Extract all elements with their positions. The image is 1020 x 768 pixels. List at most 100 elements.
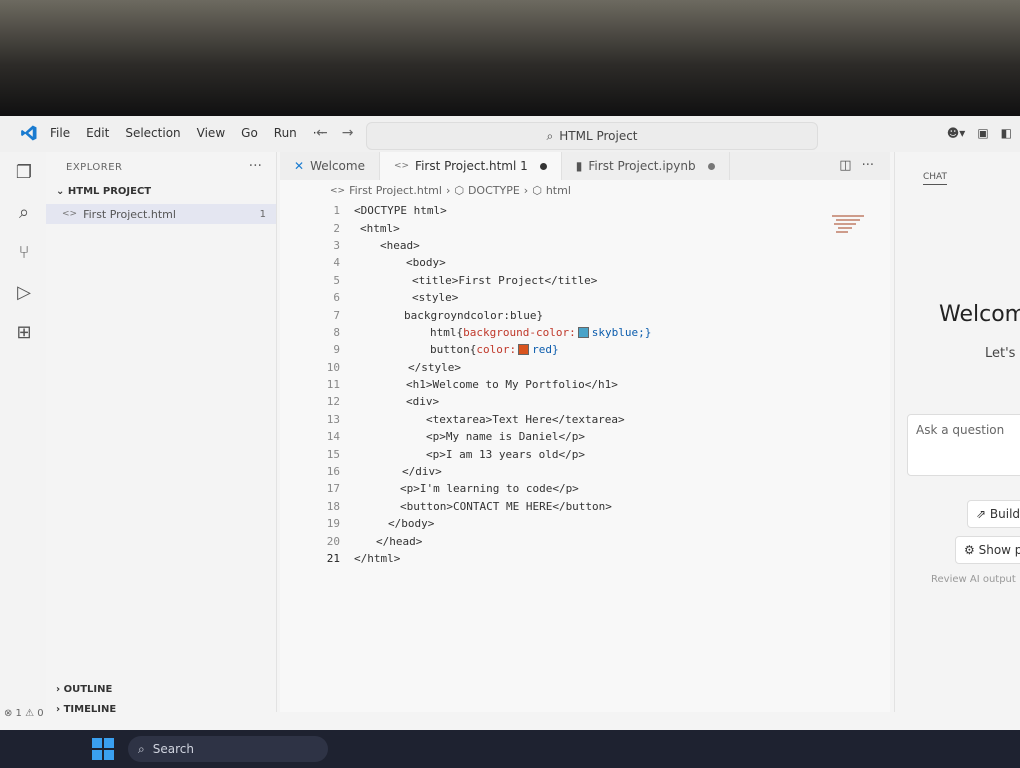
editor-tabs: ✕ Welcome <> First Project.html 1 ▮ Firs… xyxy=(280,152,890,180)
chat-panel: CHAT Welcom Let's Ask a question ⇗ Build… xyxy=(894,152,1020,712)
code-text: </html> xyxy=(354,552,401,565)
unsaved-dot-icon[interactable] xyxy=(707,162,715,170)
taskbar-search[interactable]: ⌕ Search xyxy=(128,736,328,762)
breadcrumb-html[interactable]: html xyxy=(546,184,571,197)
tab-welcome[interactable]: ✕ Welcome xyxy=(280,152,380,180)
code-line: 18 <button>CONTACT ME HERE</button> xyxy=(310,498,830,515)
code-text: skyblue;} xyxy=(591,325,652,339)
code-text: background-color: xyxy=(463,325,576,339)
line-number: 12 xyxy=(326,395,340,409)
unsaved-dot-icon[interactable] xyxy=(539,162,547,170)
code-line: 16 </div> xyxy=(310,463,830,480)
forward-arrow-icon[interactable]: → xyxy=(342,125,354,141)
code-text: <style> xyxy=(412,291,459,305)
menu-go[interactable]: Go xyxy=(241,126,258,140)
show-button[interactable]: ⚙ Show p xyxy=(955,536,1020,564)
chevron-right-icon: › xyxy=(56,704,64,715)
more-actions-icon[interactable]: ··· xyxy=(862,158,874,173)
line-number: 1 xyxy=(333,204,340,218)
code-line: 1 <DOCTYPE html> xyxy=(310,202,830,219)
title-bar: File Edit Selection View Go Run ··· ← → … xyxy=(0,116,1020,152)
timeline-label: TIMELINE xyxy=(63,704,117,715)
extensions-icon[interactable]: ⊞ xyxy=(12,320,36,344)
tab-first-project-html[interactable]: <> First Project.html 1 xyxy=(379,152,562,180)
code-line: 8 html{background-color: skyblue;} xyxy=(310,324,830,341)
outline-section[interactable]: › OUTLINE xyxy=(56,684,112,695)
line-number: 14 xyxy=(326,430,340,444)
activity-bar: ❐ ⌕ ⑂ ▷ ⊞ xyxy=(0,152,46,712)
back-arrow-icon[interactable]: ← xyxy=(316,125,328,141)
color-swatch-red[interactable] xyxy=(518,344,530,356)
command-center[interactable]: ⌕ HTML Project xyxy=(366,122,818,150)
menu-selection[interactable]: Selection xyxy=(125,126,180,140)
code-text: </head> xyxy=(376,534,423,548)
code-text: <div> xyxy=(406,395,440,409)
menu-bar: File Edit Selection View Go Run ··· xyxy=(50,126,324,140)
explorer-sidebar: EXPLORER ··· ⌄ HTML PROJECT <> First Pro… xyxy=(46,152,277,715)
code-text: <button>CONTACT ME HERE</button> xyxy=(400,499,612,513)
review-ai-note: Review AI output xyxy=(931,574,1016,585)
minimap[interactable] xyxy=(830,212,870,236)
code-editor[interactable]: 1 <DOCTYPE html> 2 <html> 3 <head> 4 <body> … xyxy=(310,202,830,567)
html-file-icon: <> xyxy=(62,209,78,219)
html-file-icon: <> xyxy=(393,161,410,171)
code-text: <p>I am 13 years old</p> xyxy=(426,447,585,461)
build-button[interactable]: ⇗ Build xyxy=(967,500,1020,528)
code-text: <html> xyxy=(360,221,400,235)
build-button-label: Build xyxy=(989,507,1020,521)
breadcrumb: <> First Project.html › ⬡ DOCTYPE › ⬡ ht… xyxy=(330,184,571,197)
color-swatch-skyblue[interactable] xyxy=(577,326,589,338)
line-number: 9 xyxy=(333,343,340,357)
line-number: 20 xyxy=(326,534,340,548)
toggle-panel-icon[interactable]: ◧ xyxy=(1001,126,1012,140)
explorer-icon[interactable]: ❐ xyxy=(12,160,36,184)
project-folder-label: HTML PROJECT xyxy=(67,186,152,197)
run-debug-icon[interactable]: ▷ xyxy=(12,280,36,304)
menu-view[interactable]: View xyxy=(197,126,225,140)
code-line: 13 <textarea>Text Here</textarea> xyxy=(310,411,830,428)
file-item-first-project-html[interactable]: <> First Project.html 1 xyxy=(46,204,276,224)
nav-arrows: ← → xyxy=(316,125,353,141)
notebook-file-icon: ▮ xyxy=(575,159,583,173)
tab-label: First Project.ipynb xyxy=(588,159,696,173)
breadcrumb-doctype[interactable]: DOCTYPE xyxy=(468,184,520,197)
code-line: 7 backgroyndcolor:blue} xyxy=(310,306,830,323)
outline-label: OUTLINE xyxy=(63,684,113,695)
timeline-section[interactable]: › TIMELINE xyxy=(56,704,116,715)
editor-actions: ◫ ··· xyxy=(839,158,874,173)
project-folder[interactable]: ⌄ HTML PROJECT xyxy=(56,186,151,197)
status-problems[interactable]: ⊗ 1 ⚠ 0 xyxy=(4,708,44,719)
code-line: 6 <style> xyxy=(310,289,830,306)
source-control-icon[interactable]: ⑂ xyxy=(12,240,36,264)
search-icon[interactable]: ⌕ xyxy=(12,200,36,224)
problem-count-badge: 1 xyxy=(259,208,266,220)
menu-run[interactable]: Run xyxy=(274,126,297,140)
code-line: 11 <h1>Welcome to My Portfolio</h1> xyxy=(310,376,830,393)
menu-edit[interactable]: Edit xyxy=(86,126,109,140)
code-line: 5 <title>First Project</title> xyxy=(310,272,830,289)
copilot-icon[interactable]: ☻▾ xyxy=(947,126,966,140)
breadcrumb-file[interactable]: First Project.html xyxy=(349,184,442,197)
line-number: 5 xyxy=(333,273,340,287)
layout-icon[interactable]: ▣ xyxy=(977,126,988,140)
line-number: 4 xyxy=(333,256,340,270)
code-line: 4 <body> xyxy=(310,254,830,271)
chevron-down-icon: ⌄ xyxy=(56,186,68,197)
menu-file[interactable]: File xyxy=(50,126,70,140)
code-text: backgroyndcolor:blue} xyxy=(404,308,544,322)
line-number: 7 xyxy=(333,308,340,322)
split-editor-icon[interactable]: ◫ xyxy=(839,158,851,173)
tab-chat[interactable]: CHAT xyxy=(923,172,948,185)
vscode-logo-icon xyxy=(21,125,37,141)
photo-backdrop xyxy=(0,0,1020,118)
windows-start-icon[interactable] xyxy=(92,738,114,760)
code-line: 15 <p>I am 13 years old</p> xyxy=(310,445,830,462)
line-number: 11 xyxy=(326,378,340,392)
chat-question-input[interactable]: Ask a question xyxy=(907,414,1020,476)
code-text: <h1>Welcome to My Portfolio</h1> xyxy=(406,378,618,392)
tab-first-project-ipynb[interactable]: ▮ First Project.ipynb xyxy=(562,152,730,180)
line-number: 13 xyxy=(326,412,340,426)
show-button-label: Show p xyxy=(978,543,1020,557)
explorer-more-button[interactable]: ··· xyxy=(249,158,262,174)
line-number: 21 xyxy=(326,552,340,565)
